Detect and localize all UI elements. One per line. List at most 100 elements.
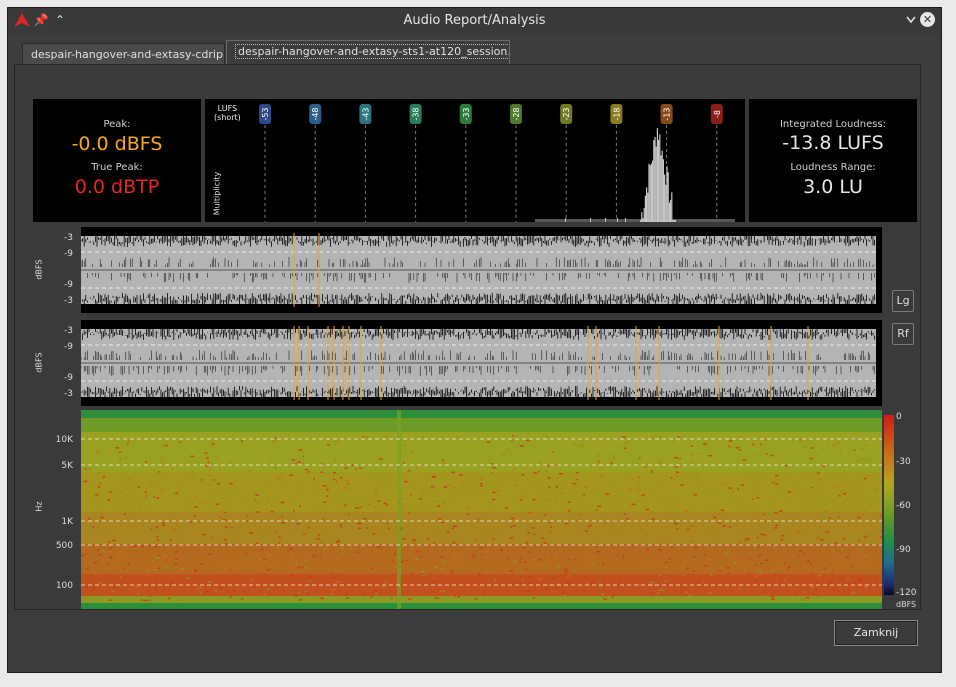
histogram-bar [625, 218, 626, 222]
spectrogram-texture [770, 596, 775, 598]
spectrogram-texture [147, 573, 149, 576]
spectrogram-texture [384, 468, 387, 471]
histogram-bar [642, 218, 644, 222]
spectrogram-texture [463, 538, 465, 540]
spectrogram-texture [716, 535, 718, 537]
spectrogram-texture [619, 446, 622, 449]
spectrogram-texture [545, 458, 548, 460]
spectrogram-texture [174, 492, 179, 494]
spectrogram-texture [601, 562, 604, 565]
spectrogram-texture [685, 510, 687, 512]
spectrogram-texture [812, 592, 816, 595]
spectrogram-texture [387, 523, 389, 525]
spectrogram-texture [295, 462, 297, 464]
color-scale-labels: 0 -30 -60 -90 -120 dBFS [896, 410, 936, 610]
histogram-bar [641, 212, 643, 222]
spectrogram-texture [137, 486, 141, 488]
spectrogram-texture [860, 448, 864, 450]
spectrogram-texture [212, 536, 216, 538]
spectrogram-texture [651, 510, 654, 513]
spectrogram-texture [191, 508, 194, 510]
spectrogram-texture [592, 510, 595, 512]
spectrogram-texture [406, 509, 410, 511]
spectrogram-texture [527, 532, 531, 534]
close-icon[interactable]: ✕ [920, 12, 935, 27]
spectrogram-texture [663, 567, 665, 570]
spectrogram-texture [144, 461, 148, 463]
spectrogram-texture [258, 523, 262, 525]
spectrogram-texture [761, 595, 764, 597]
spectrogram-texture [336, 480, 338, 483]
spectrogram-texture [130, 480, 133, 483]
spectrogram-texture [570, 460, 574, 463]
spectrogram-texture [296, 522, 301, 525]
spectrogram-texture [347, 558, 350, 561]
tab-cdrip[interactable]: despair-hangover-and-extasy-cdrip [22, 43, 225, 65]
spectrogram-texture [818, 531, 821, 534]
spectrogram-texture [432, 496, 434, 499]
spectrogram-texture [787, 490, 792, 493]
spectrogram-texture [728, 572, 730, 575]
spectrogram-texture [573, 558, 576, 561]
spectrogram-texture [528, 576, 530, 578]
spectrogram-texture [689, 442, 692, 444]
spectrogram-texture [825, 533, 828, 536]
spectrogram-texture [277, 497, 279, 500]
spectrogram-texture [283, 524, 287, 527]
spectrogram-texture [93, 561, 97, 564]
spectrogram-texture [240, 598, 244, 600]
spectrogram-texture [717, 569, 722, 572]
spectrogram-texture [622, 436, 626, 438]
spectrogram-texture [156, 497, 160, 499]
spectrogram-texture [798, 449, 800, 451]
minimize-chevron-icon[interactable] [906, 16, 916, 24]
log-scale-button[interactable]: Lg [892, 290, 914, 312]
spectrogram-texture [778, 468, 781, 470]
spectrogram-texture [846, 578, 849, 580]
spectrogram-texture [492, 498, 496, 501]
spectrogram-texture [801, 599, 804, 601]
spectrogram-texture [717, 522, 722, 524]
spectrogram-texture [764, 559, 768, 562]
spectrogram-texture [808, 439, 812, 442]
spectrogram-texture [797, 594, 799, 596]
peak-label: Peak: [103, 119, 131, 130]
spectrogram-texture [586, 582, 590, 585]
spectrogram-texture [294, 594, 298, 597]
tab-session[interactable]: despair-hangover-and-extasy-sts1-at120_s… [226, 40, 510, 65]
spectrogram-texture [246, 515, 249, 517]
spectrogram-texture [242, 590, 246, 593]
spectrogram-texture [140, 599, 144, 601]
spectrogram-texture [587, 525, 591, 527]
spectrogram-texture [161, 532, 165, 535]
spectrogram-texture [764, 520, 766, 523]
spectrogram-texture [822, 592, 825, 595]
spectrogram-texture [256, 502, 260, 505]
spectrogram-texture [623, 513, 626, 515]
spectrogram-texture [478, 572, 481, 575]
spectrogram-texture [508, 558, 510, 560]
spectrogram-texture [372, 527, 376, 529]
rectified-button[interactable]: Rf [892, 323, 914, 345]
spectrogram-texture [308, 580, 312, 582]
spectrogram-texture [179, 567, 184, 570]
spectrogram-texture [563, 568, 568, 571]
spectrogram-texture [637, 443, 642, 446]
spectrogram-texture [709, 509, 713, 511]
spectrogram-texture [452, 496, 454, 499]
histogram-bar [668, 202, 670, 222]
spectrogram-texture [160, 491, 163, 493]
spectrogram-texture [463, 450, 468, 453]
spectrogram-texture [740, 599, 742, 602]
spectrogram-texture [845, 556, 850, 559]
spectrogram-texture [680, 484, 684, 486]
spectrogram-texture [307, 526, 310, 529]
spectrogram-texture [209, 483, 212, 486]
spectrogram-texture [672, 440, 675, 442]
histogram-bar [605, 218, 606, 222]
spectrogram-texture [205, 590, 210, 593]
spectrogram-texture [414, 558, 419, 560]
histogram-bar [673, 220, 675, 222]
spectrogram-texture [524, 561, 528, 563]
close-button[interactable]: Zamknij [834, 620, 918, 646]
